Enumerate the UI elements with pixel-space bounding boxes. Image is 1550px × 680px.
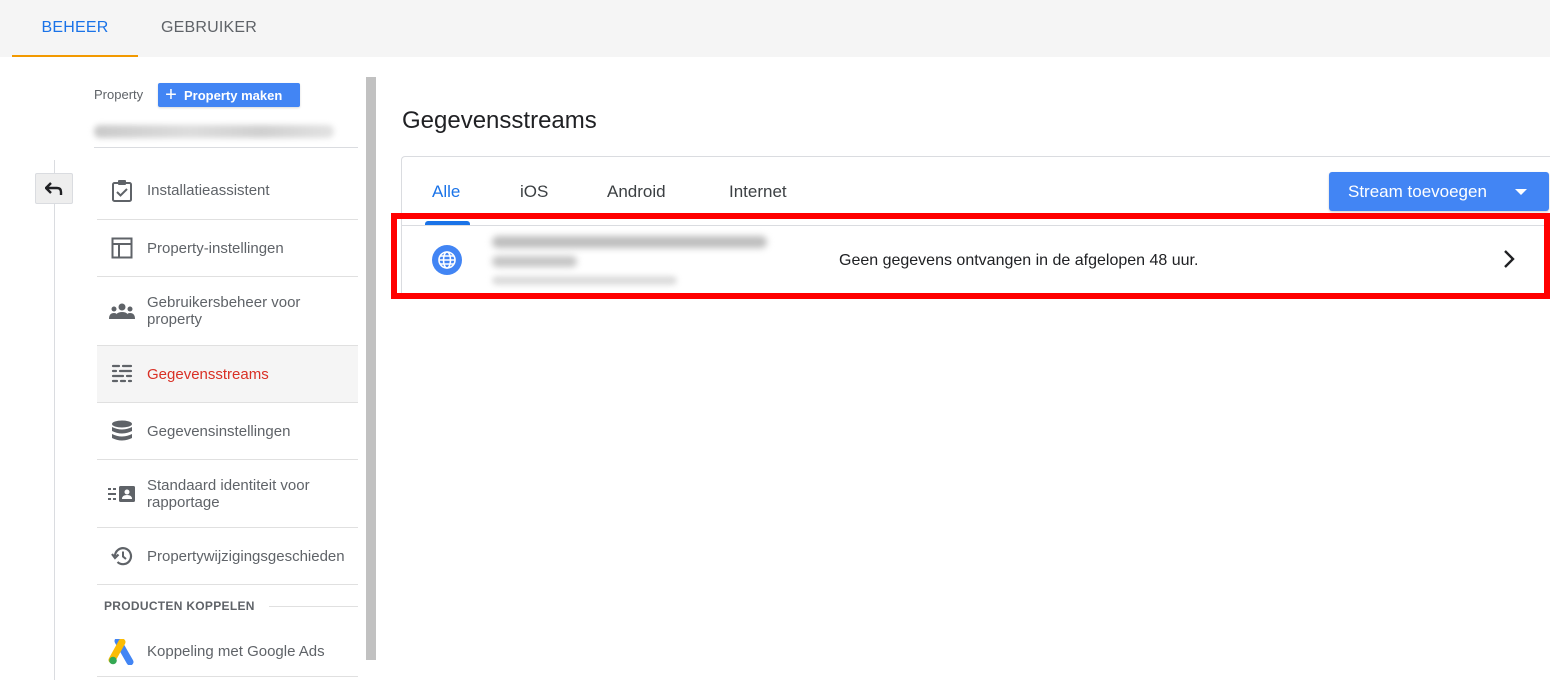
column-divider: [54, 160, 55, 680]
chevron-right-icon[interactable]: [1502, 249, 1516, 274]
people-icon: [97, 302, 147, 320]
menu-item-label: Installatieassistent: [147, 182, 270, 199]
menu-item-installatieassistent[interactable]: Installatieassistent: [97, 162, 358, 220]
back-button[interactable]: [35, 173, 73, 204]
property-label: Property: [94, 87, 144, 102]
property-selector[interactable]: [94, 120, 358, 148]
menu-item-label: Gegevensinstellingen: [147, 422, 291, 440]
back-arrow-icon: [45, 181, 63, 195]
history-icon: [97, 545, 147, 567]
streams-icon: [97, 363, 147, 385]
tab-beheer[interactable]: BEHEER: [12, 0, 138, 57]
section-heading-label: PRODUCTEN KOPPELEN: [104, 599, 255, 613]
menu-item-label: Property-instellingen: [147, 239, 284, 257]
tab-alle[interactable]: Alle: [432, 182, 460, 202]
layout-icon: [97, 237, 147, 259]
menu-item-label: Gebruikersbeheer voor property: [147, 294, 301, 328]
menu-item-gebruikersbeheer[interactable]: Gebruikersbeheer voor property: [97, 277, 358, 346]
menu-item-label: Gegevensstreams: [147, 365, 269, 383]
menu-item-label: Propertywijzigingsgeschieden: [147, 547, 345, 565]
google-ads-icon: [97, 638, 147, 665]
menu-item-propertywijzigingsgeschiedenis[interactable]: Propertywijzigingsgeschieden: [97, 528, 358, 585]
menu-item-google-ads[interactable]: Koppeling met Google Ads: [97, 627, 358, 677]
clipboard-check-icon: [97, 179, 147, 203]
menu-item-gegevensinstellingen[interactable]: Gegevensinstellingen: [97, 403, 358, 460]
database-icon: [97, 420, 147, 442]
menu-item-property-instellingen[interactable]: Property-instellingen: [97, 220, 358, 277]
menu-item-gegevensstreams[interactable]: Gegevensstreams: [97, 346, 358, 403]
tab-ios[interactable]: iOS: [520, 182, 548, 202]
tab-android[interactable]: Android: [607, 182, 666, 202]
redacted-stream-url: [492, 276, 677, 285]
menu-item-label: Standaard identiteit voor rapportage: [147, 476, 310, 511]
add-stream-button[interactable]: Stream toevoegen: [1329, 172, 1549, 211]
stream-row[interactable]: Geen gegevens ontvangen in de afgelopen …: [402, 225, 1550, 295]
dropdown-caret-icon: [1515, 189, 1527, 195]
top-tab-bar: BEHEER GEBRUIKER: [0, 0, 1550, 57]
menu-item-label: Koppeling met Google Ads: [147, 643, 325, 660]
sidebar-scrollbar[interactable]: [366, 77, 376, 660]
stream-status-text: Geen gegevens ontvangen in de afgelopen …: [839, 252, 1199, 269]
streams-card: Alle iOS Android Internet Stream toevoeg…: [401, 156, 1550, 296]
section-heading-producten-koppelen: PRODUCTEN KOPPELEN: [97, 585, 358, 627]
redacted-stream-name-line-2: [492, 256, 577, 267]
page-title: Gegevensstreams: [402, 107, 597, 134]
identity-icon: [97, 485, 147, 502]
section-divider: [268, 605, 358, 607]
property-menu: Installatieassistent Property-instelling…: [97, 162, 358, 677]
create-property-button[interactable]: + Property maken: [158, 83, 300, 107]
redacted-stream-name: [492, 236, 767, 248]
globe-icon: [432, 245, 462, 275]
create-property-label: Property maken: [184, 87, 283, 103]
plus-icon: +: [165, 84, 177, 106]
menu-item-standaard-identiteit[interactable]: Standaard identiteit voor rapportage: [97, 460, 358, 528]
tab-internet[interactable]: Internet: [729, 182, 787, 202]
tab-gebruiker[interactable]: GEBRUIKER: [146, 0, 272, 57]
redacted-property-name: [94, 125, 334, 138]
add-stream-label: Stream toevoegen: [1348, 181, 1487, 201]
